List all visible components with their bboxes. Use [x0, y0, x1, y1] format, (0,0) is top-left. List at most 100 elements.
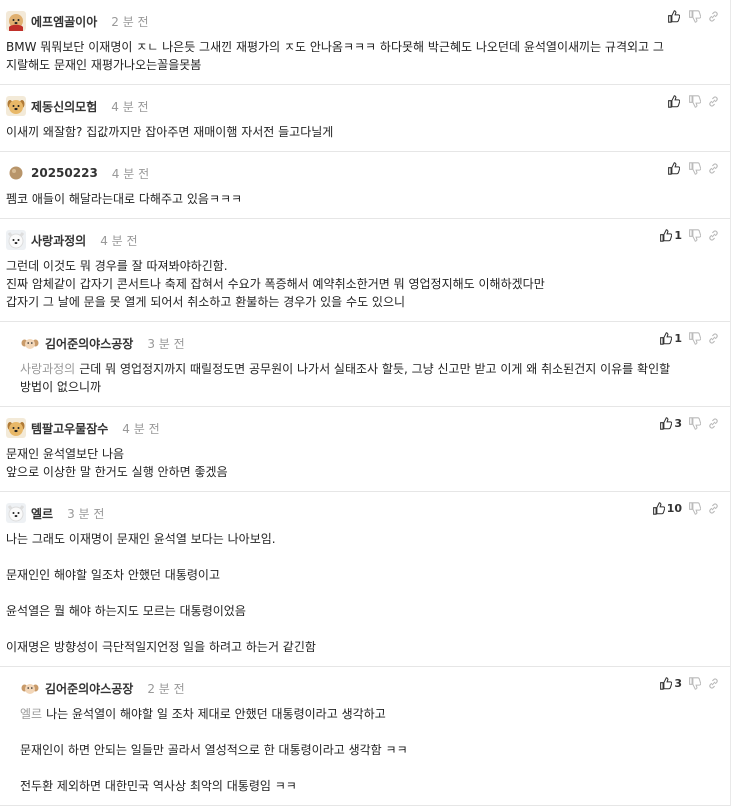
username[interactable]: 엘르 — [31, 505, 53, 522]
comment: 사랑과정의 4 분 전 그런데 이것도 뭐 경우를 잘 따져봐야하긴함. 진짜 암… — [0, 219, 730, 322]
like-button[interactable]: 1 — [659, 332, 682, 345]
thumbs-up-icon — [660, 417, 673, 430]
comment-text-line: 문재인인 해야할 일조차 안했던 대통령이고 — [6, 566, 694, 584]
username[interactable]: 제동신의모험 — [31, 98, 97, 115]
comment-actions: 3 — [659, 677, 720, 690]
share-link-button[interactable] — [707, 677, 720, 690]
dislike-button[interactable] — [688, 332, 701, 345]
comment-body: 문재인 윤석열보단 나음 앞으로 이상한 말 한거도 실행 안하면 좋겠음 — [6, 445, 694, 481]
username[interactable]: 20250223 — [31, 166, 98, 180]
comment-text-line: 이새끼 왜잘함? 집값까지만 잡아주면 재매이햄 자서전 들고다닐게 — [6, 123, 694, 141]
share-link-button[interactable] — [707, 10, 720, 23]
thumbs-up-icon — [660, 229, 673, 242]
link-icon — [709, 418, 718, 429]
comment-text: 펨코 애들이 해달라는대로 다해주고 있음ㅋㅋㅋ — [6, 192, 243, 206]
thumbs-up-icon — [668, 162, 680, 175]
share-link-button[interactable] — [707, 162, 720, 175]
comment-text: 전두환 제외하면 대한민국 역사상 최악의 대통령임 ㅋㅋ — [20, 779, 297, 793]
comment-actions: 10 — [652, 502, 720, 515]
avatar-dog-mask[interactable] — [6, 11, 26, 31]
comment-text-line: 지랄해도 문재인 재평가나오는꼴을못봄 — [6, 56, 694, 74]
link-icon — [709, 503, 718, 514]
comment-text: BMW 뭐뭐보단 이재명이 ㅈㄴ 나은듯 그새낀 재평가의 ㅈ도 안나옴ㅋㅋㅋ … — [6, 40, 664, 54]
thumbs-down-icon — [689, 10, 701, 23]
share-link-button[interactable] — [707, 502, 720, 515]
link-icon — [709, 678, 718, 689]
share-link-button[interactable] — [707, 332, 720, 345]
comment: 제동신의모험 4 분 전 이새끼 왜잘함? 집값까지만 잡아주면 재매이햄 자서… — [0, 85, 730, 152]
comment-text-line: BMW 뭐뭐보단 이재명이 ㅈㄴ 나은듯 그새낀 재평가의 ㅈ도 안나옴ㅋㅋㅋ … — [6, 38, 694, 56]
username[interactable]: 템팔고우물잠수 — [31, 420, 108, 437]
dislike-button[interactable] — [688, 502, 701, 515]
username[interactable]: 김어준의야스공장 — [45, 680, 133, 697]
comment-text: 갑자기 그 날에 문을 못 열게 되어서 취소하고 환불하는 경우가 있을 수도… — [6, 295, 406, 309]
like-button[interactable] — [667, 162, 682, 175]
comment: 에프엠골이아 2 분 전 BMW 뭐뭐보단 이재명이 ㅈㄴ 나은듯 그새낀 재평… — [0, 0, 730, 85]
mention-link[interactable]: 엘르 — [20, 707, 42, 721]
username[interactable]: 사랑과정의 — [31, 232, 86, 249]
like-button[interactable]: 3 — [659, 417, 682, 430]
dislike-button[interactable] — [688, 95, 701, 108]
like-button[interactable]: 3 — [659, 677, 682, 690]
dislike-button[interactable] — [688, 417, 701, 430]
comment-header: 사랑과정의 4 분 전 — [6, 229, 694, 251]
dislike-button[interactable] — [688, 229, 701, 242]
timestamp: 4 분 전 — [111, 99, 149, 114]
timestamp: 3 분 전 — [67, 506, 105, 521]
avatar-white-dog[interactable] — [6, 230, 26, 250]
dislike-button[interactable] — [688, 162, 701, 175]
comment: 템팔고우물잠수 4 분 전 문재인 윤석열보단 나음 앞으로 이상한 말 한거도 … — [0, 407, 730, 492]
avatar-white-dog[interactable] — [6, 503, 26, 523]
avatar-ball[interactable] — [6, 163, 26, 183]
comment-header: 엘르 3 분 전 — [6, 502, 694, 524]
comment-text: 이재명은 방향성이 극단적일지언정 일을 하려고 하는거 같긴함 — [6, 640, 316, 654]
reply-comment: 김어준의야스공장 3 분 전 사랑과정의 근데 뭐 영업정지까지 때릴정도면 공무… — [0, 322, 730, 407]
link-icon — [709, 230, 718, 241]
comment-text-line: 펨코 애들이 해달라는대로 다해주고 있음ㅋㅋㅋ — [6, 190, 694, 208]
timestamp: 2 분 전 — [147, 681, 185, 696]
comment-text-line: 엘르 나는 윤석열이 해야할 일 조차 제대로 안했던 대통령이라고 생각하고 — [20, 705, 694, 723]
reply-comment: 김어준의야스공장 2 분 전 엘르 나는 윤석열이 해야할 일 조차 제대로 안했… — [0, 667, 730, 806]
avatar-pup[interactable] — [20, 678, 40, 698]
like-button[interactable]: 1 — [659, 229, 682, 242]
comment-text: 진짜 암체같이 갑자기 콘서트나 축제 잡혀서 수요가 폭증해서 예약취소한거면… — [6, 277, 545, 291]
comment-header: 템팔고우물잠수 4 분 전 — [6, 417, 694, 439]
dislike-button[interactable] — [688, 677, 701, 690]
avatar-pup[interactable] — [20, 333, 40, 353]
thumbs-down-icon — [689, 229, 701, 242]
timestamp: 4 분 전 — [100, 233, 138, 248]
comment-text-line: 문재인 윤석열보단 나음 — [6, 445, 694, 463]
like-button[interactable]: 10 — [652, 502, 682, 515]
username[interactable]: 에프엠골이아 — [31, 13, 97, 30]
share-link-button[interactable] — [707, 95, 720, 108]
thumbs-down-icon — [689, 502, 701, 515]
share-link-button[interactable] — [707, 229, 720, 242]
mention-link[interactable]: 사랑과정의 — [20, 362, 75, 376]
link-icon — [709, 163, 718, 174]
thumbs-down-icon — [689, 95, 701, 108]
share-link-button[interactable] — [707, 417, 720, 430]
avatar-dog[interactable] — [6, 418, 26, 438]
avatar-dog[interactable] — [6, 96, 26, 116]
comment-text-line: 그런데 이것도 뭐 경우를 잘 따져봐야하긴함. — [6, 257, 694, 275]
like-button[interactable] — [667, 10, 682, 23]
timestamp: 4 분 전 — [122, 421, 160, 436]
comment-text: 나는 윤석열이 해야할 일 조차 제대로 안했던 대통령이라고 생각하고 — [46, 707, 386, 721]
dislike-button[interactable] — [688, 10, 701, 23]
like-button[interactable] — [667, 95, 682, 108]
link-icon — [709, 96, 718, 107]
username[interactable]: 김어준의야스공장 — [45, 335, 133, 352]
comment-text: 이새끼 왜잘함? 집값까지만 잡아주면 재매이햄 자서전 들고다닐게 — [6, 125, 334, 139]
comment-header: 김어준의야스공장 3 분 전 — [20, 332, 694, 354]
comment-text: 문재인 윤석열보단 나음 — [6, 447, 125, 461]
comment-header: 김어준의야스공장 2 분 전 — [20, 677, 694, 699]
comment-text-line: 방법이 없으니까 — [20, 378, 694, 396]
like-count: 1 — [674, 229, 682, 242]
comment-body: BMW 뭐뭐보단 이재명이 ㅈㄴ 나은듯 그새낀 재평가의 ㅈ도 안나옴ㅋㅋㅋ … — [6, 38, 694, 74]
comment-text: 문재인이 하면 안되는 일들만 골라서 열성적으로 한 대통령이라고 생각함 ㅋ… — [20, 743, 408, 757]
comment-body: 이새끼 왜잘함? 집값까지만 잡아주면 재매이햄 자서전 들고다닐게 — [6, 123, 694, 141]
comment-body: 나는 그래도 이재명이 문재인 윤석열 보다는 나아보임. 문재인인 해야할 일조… — [6, 530, 694, 656]
